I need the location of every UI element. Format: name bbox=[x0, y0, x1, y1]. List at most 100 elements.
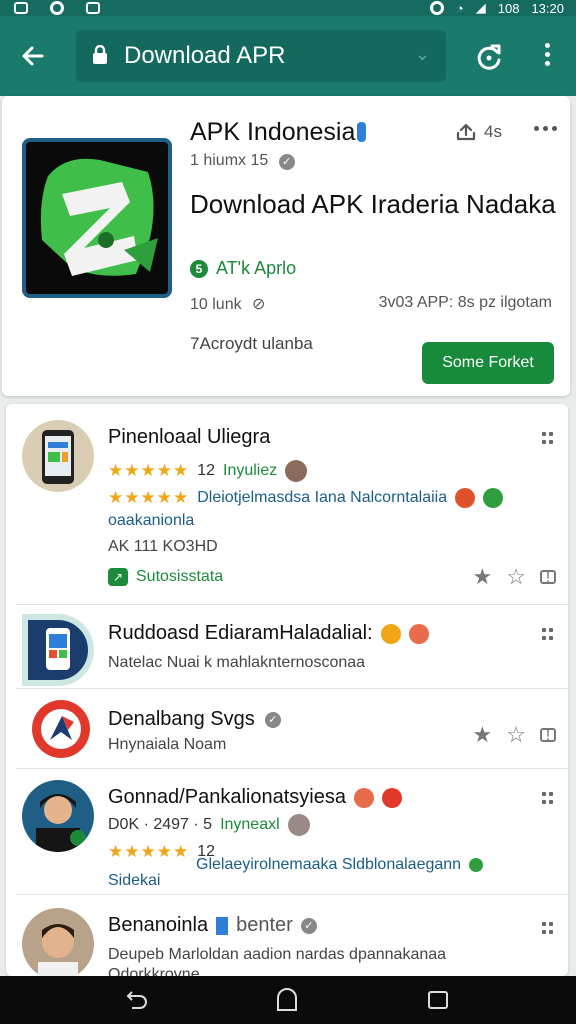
sync-icon bbox=[50, 1, 64, 15]
list-item-description: Hnynaiala Noam bbox=[108, 736, 227, 753]
app-title: APK Indonesia bbox=[190, 118, 367, 147]
star-outline-icon[interactable]: ☆ bbox=[506, 564, 526, 590]
recents-nav-button[interactable] bbox=[426, 988, 452, 1012]
list-item[interactable]: Benanoinla benter ✓ Deupeb Marloldan aad… bbox=[6, 898, 568, 976]
developer-badge-icon: 5 bbox=[190, 259, 208, 278]
app-detail-card: APK Indonesia 4s 1 hiumx 15 ✓ Download A… bbox=[2, 96, 570, 396]
back-nav-button[interactable] bbox=[124, 988, 150, 1012]
back-button[interactable] bbox=[16, 38, 52, 74]
emoji-icon bbox=[469, 858, 484, 872]
list-item-description: Dleiotjelmasdsa Iana Nalcorntalaiia bbox=[197, 489, 448, 506]
alarm-icon bbox=[429, 1, 444, 15]
rating-row: ★★★★★ 12 Inyuliez bbox=[108, 460, 308, 482]
list-item-meta: AK 111 KO3HD bbox=[108, 538, 218, 555]
results-list: Pinenloaal Uliegra ★★★★★ 12 Inyuliez ★★★… bbox=[6, 404, 568, 976]
link-icon: ⊘ bbox=[252, 296, 266, 313]
share-count: 4s bbox=[484, 122, 502, 141]
address-bar[interactable]: Download APR ⌄ bbox=[76, 30, 446, 82]
verified-check-icon: ✓ bbox=[300, 917, 317, 934]
notification-icon bbox=[14, 2, 28, 14]
trending-icon: ↗ bbox=[108, 568, 128, 586]
home-nav-button[interactable] bbox=[274, 988, 300, 1012]
clock: 13:20 bbox=[531, 0, 564, 16]
emoji-icon bbox=[381, 787, 402, 808]
share-button[interactable]: 4s bbox=[456, 122, 502, 142]
list-item-description: Deupeb Marloldan aadion nardas dpannakan… bbox=[108, 946, 447, 963]
chevron-down-icon: ⌄ bbox=[414, 44, 430, 64]
list-item-title: Ruddoasd EdiaramHaladalial: bbox=[108, 622, 429, 645]
status-bar: ◔ ◢ 108 13:20 bbox=[0, 0, 576, 16]
list-item-description: Natelac Nuai k mahlaknternosconaa bbox=[108, 654, 366, 671]
emoji-icon bbox=[353, 787, 374, 808]
drag-handle-icon[interactable] bbox=[542, 432, 554, 444]
arrow-left-icon bbox=[22, 46, 44, 66]
star-rating-icon: ★★★★★ bbox=[108, 488, 190, 507]
verified-check-icon: ✓ bbox=[264, 711, 281, 728]
drag-handle-icon[interactable] bbox=[542, 922, 554, 934]
emoji-icon bbox=[408, 623, 429, 644]
list-item[interactable]: Ruddoasd EdiaramHaladalial: Natelac Nuai… bbox=[6, 608, 568, 688]
star-outline-icon[interactable]: ☆ bbox=[506, 722, 526, 748]
developer-link[interactable]: 5 AT'k Aprlo bbox=[190, 258, 296, 279]
list-item-title: Pinenloaal Uliegra bbox=[108, 426, 271, 448]
app-meta-left: 10 lunk ⊘ bbox=[190, 296, 266, 313]
emoji-icon bbox=[483, 488, 504, 508]
wifi-icon: ◔ bbox=[455, 0, 464, 16]
item-actions: ★ ☆ ! bbox=[473, 564, 556, 590]
list-item[interactable]: Gonnad/Pankalionatsyiesa D0K · 2497 · 5 … bbox=[6, 772, 568, 892]
star-rating-icon: ★★★★★ bbox=[108, 461, 190, 480]
recents-icon bbox=[428, 991, 448, 1009]
list-item-subtext: Odorkkrovne bbox=[108, 966, 200, 976]
list-item[interactable]: Pinenloaal Uliegra ★★★★★ 12 Inyuliez ★★★… bbox=[6, 404, 568, 600]
vertical-ellipsis-icon bbox=[544, 43, 550, 48]
user-avatar-icon bbox=[287, 814, 310, 836]
avatar bbox=[22, 420, 94, 492]
refresh-button[interactable] bbox=[472, 40, 506, 74]
app-headline: Download APK Iraderia Nadaka bbox=[190, 189, 556, 219]
avatar bbox=[22, 780, 94, 852]
flag-icon[interactable]: ! bbox=[540, 726, 556, 743]
emoji-icon bbox=[455, 488, 476, 508]
star-rating-icon: ★★★★★ bbox=[108, 842, 190, 861]
user-avatar-icon bbox=[285, 460, 308, 482]
rating-row-secondary: ★★★★★ Dleiotjelmasdsa Iana Nalcorntalaii… bbox=[108, 488, 504, 508]
overflow-menu-button[interactable] bbox=[536, 40, 558, 74]
avatar bbox=[32, 700, 90, 758]
list-item-subtext: oaakanionla bbox=[108, 512, 195, 529]
primary-action-button[interactable]: Some Forket bbox=[422, 342, 554, 384]
verified-check-icon: ✓ bbox=[278, 154, 295, 170]
more-options-button[interactable] bbox=[534, 126, 560, 136]
app-description: 7Acroydt ulanba bbox=[190, 334, 313, 353]
list-item[interactable]: Denalbang Svgs ✓ Hnynaiala Noam ★ ☆ ! bbox=[6, 692, 568, 768]
flag-icon[interactable]: ! bbox=[540, 568, 556, 585]
rating-count: 12 bbox=[197, 462, 215, 479]
drag-handle-icon[interactable] bbox=[542, 792, 554, 804]
horizontal-ellipsis-icon bbox=[534, 126, 539, 131]
back-arrow-icon bbox=[126, 991, 147, 1009]
list-item-title: Gonnad/Pankalionatsyiesa bbox=[108, 786, 402, 809]
star-filled-icon[interactable]: ★ bbox=[473, 564, 493, 590]
list-item-subtext: Sidekai bbox=[108, 872, 161, 889]
avatar bbox=[22, 614, 94, 686]
avatar bbox=[22, 908, 94, 976]
list-item-description: Glelaeyirolnemaaka Sldblonalaegann bbox=[196, 856, 484, 874]
list-item-title: Benanoinla benter ✓ bbox=[108, 914, 317, 937]
app-meta-right: 3v03 APP: 8s pz ilgotam bbox=[378, 294, 552, 311]
download-notification-icon bbox=[86, 2, 100, 14]
verified-icon bbox=[357, 122, 367, 142]
drag-handle-icon[interactable] bbox=[542, 628, 554, 640]
browser-toolbar: Download APR ⌄ bbox=[0, 16, 576, 96]
tag-icon bbox=[216, 916, 229, 935]
refresh-icon bbox=[477, 44, 501, 70]
app-icon[interactable] bbox=[22, 138, 172, 298]
list-item-meta: D0K · 2497 · 5 Inyneaxl bbox=[108, 814, 310, 836]
app-subtitle: 1 hiumx 15 ✓ bbox=[190, 152, 295, 170]
battery-level: 108 bbox=[497, 0, 520, 16]
star-filled-icon[interactable]: ★ bbox=[473, 722, 493, 748]
emoji-icon bbox=[380, 623, 401, 644]
list-item-title: Denalbang Svgs ✓ bbox=[108, 708, 281, 731]
share-icon bbox=[456, 123, 476, 141]
url-text: Download APR bbox=[124, 42, 286, 69]
status-link[interactable]: ↗ Sutosisstata bbox=[108, 568, 223, 586]
home-icon bbox=[277, 988, 297, 1011]
